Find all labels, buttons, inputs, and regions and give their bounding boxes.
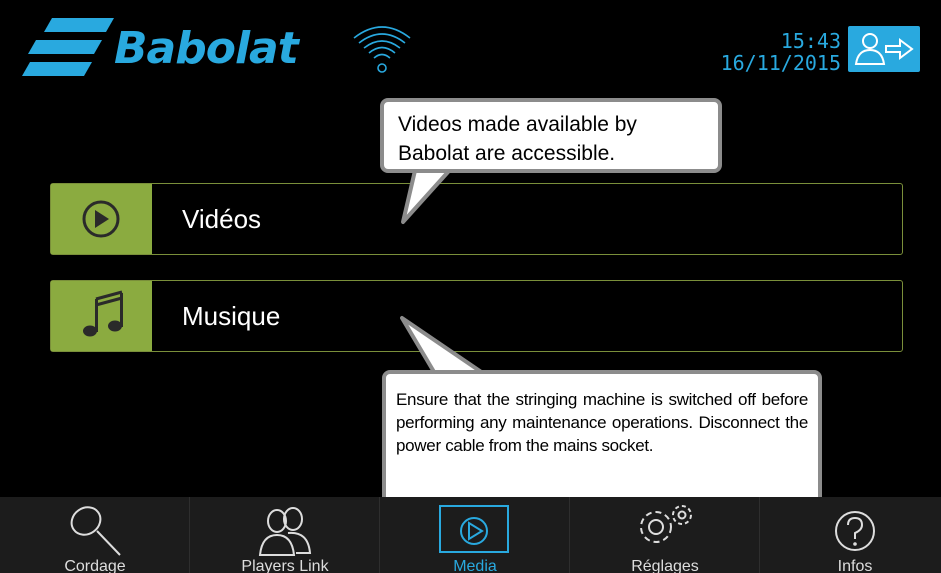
nav-reglages-label: Réglages — [631, 558, 699, 573]
bottom-nav-bar: Cordage Players Link Media Réglages Info… — [0, 497, 941, 573]
callout-videos-text: Videos made available by Babolat are acc… — [398, 113, 637, 165]
nav-players-link-label: Players Link — [241, 558, 329, 573]
babolat-logo: Babolat — [22, 18, 332, 80]
callout-videos: Videos made available by Babolat are acc… — [380, 98, 722, 173]
gears-icon — [640, 505, 692, 543]
menu-item-musique-icon-box — [51, 281, 152, 351]
media-play-icon — [460, 517, 488, 545]
menu-item-musique-label: Musique — [182, 301, 281, 331]
racket-icon — [70, 506, 121, 556]
user-logout-icon — [854, 33, 914, 65]
players-icon — [258, 507, 312, 556]
nav-infos-label: Infos — [837, 558, 873, 573]
babolat-logo-mark — [22, 18, 114, 76]
nav-reglages[interactable]: Réglages — [570, 497, 760, 573]
play-circle-icon — [82, 200, 120, 238]
menu-item-videos-icon-box — [51, 184, 152, 254]
wifi-icon — [353, 26, 411, 73]
music-note-icon — [83, 290, 123, 337]
menu-item-videos-label: Vidéos — [182, 204, 262, 234]
nav-cordage-label: Cordage — [64, 558, 126, 573]
nav-players-link[interactable]: Players Link — [190, 497, 380, 573]
clock-date: 16/11/2015 — [720, 51, 841, 75]
clock: 15:43 16/11/2015 — [721, 30, 841, 74]
clock-time: 15:43 — [780, 29, 841, 53]
nav-media[interactable]: Media — [380, 497, 570, 573]
nav-infos[interactable]: Infos — [760, 497, 941, 573]
question-icon — [835, 511, 875, 551]
logo-wordmark: Babolat — [114, 23, 299, 74]
logout-button[interactable] — [848, 26, 920, 72]
callout-maintenance: Ensure that the stringing machine is swi… — [382, 370, 822, 514]
menu-item-videos[interactable]: Vidéos — [50, 183, 903, 255]
callout-maintenance-text: Ensure that the stringing machine is swi… — [396, 390, 808, 455]
nav-media-label: Media — [453, 558, 497, 573]
nav-cordage[interactable]: Cordage — [0, 497, 190, 573]
